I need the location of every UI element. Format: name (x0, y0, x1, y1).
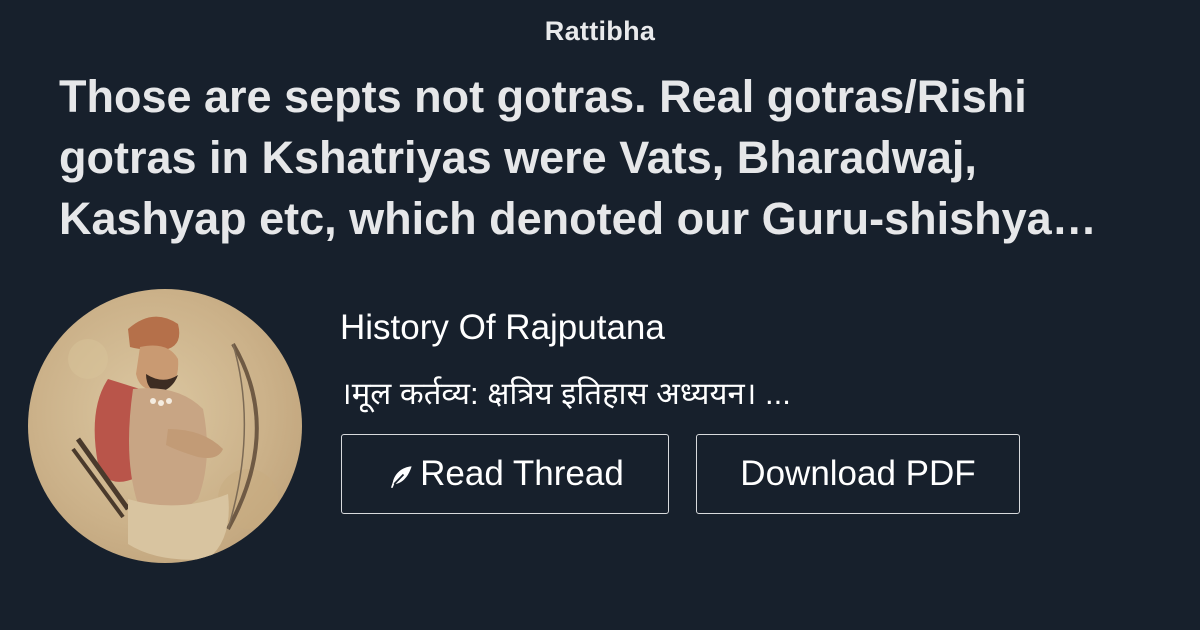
feather-icon (391, 466, 412, 488)
read-thread-label: Read Thread (420, 454, 624, 493)
author-bio: ।मूल कर्तव्य: क्षत्रिय इतिहास अध्ययन। ..… (340, 376, 791, 411)
author-avatar (28, 289, 302, 563)
read-thread-button[interactable]: Read Thread (341, 434, 669, 514)
download-pdf-label: Download PDF (740, 454, 976, 493)
thread-title: Those are septs not gotras. Real gotras/… (59, 71, 1052, 244)
brand-name: Rattibha (544, 16, 656, 46)
share-card: Rattibha Those are septs not gotras. Rea… (0, 0, 1200, 630)
avatar-portrait-painting (68, 316, 278, 560)
author-name[interactable]: History Of Rajputana (340, 308, 665, 348)
download-pdf-button[interactable]: Download PDF (696, 434, 1020, 514)
